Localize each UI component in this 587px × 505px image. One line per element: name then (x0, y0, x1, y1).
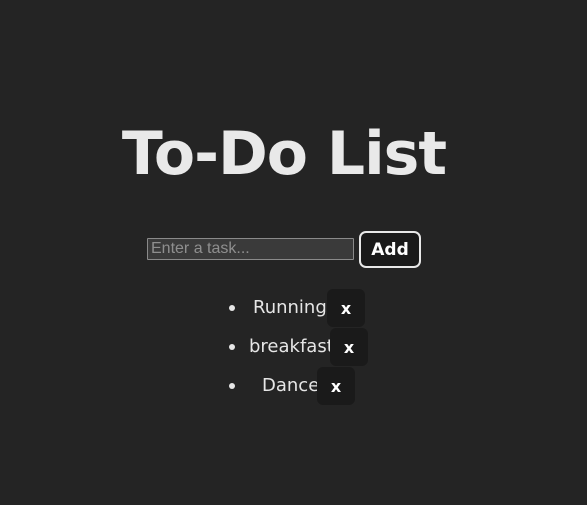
todo-app: To-Do List Add Running x breakfast x Dan… (0, 0, 587, 505)
bullet-icon (229, 305, 235, 311)
delete-task-button[interactable]: x (327, 289, 365, 327)
add-task-button[interactable]: Add (359, 231, 421, 268)
bullet-icon (229, 344, 235, 350)
task-label: Running (253, 297, 327, 318)
task-label: Dance (262, 375, 320, 396)
delete-task-button[interactable]: x (330, 328, 368, 366)
delete-task-button[interactable]: x (317, 367, 355, 405)
task-label: breakfast (249, 336, 334, 357)
page-title: To-Do List (121, 119, 447, 189)
bullet-icon (229, 383, 235, 389)
task-input[interactable] (147, 238, 354, 260)
